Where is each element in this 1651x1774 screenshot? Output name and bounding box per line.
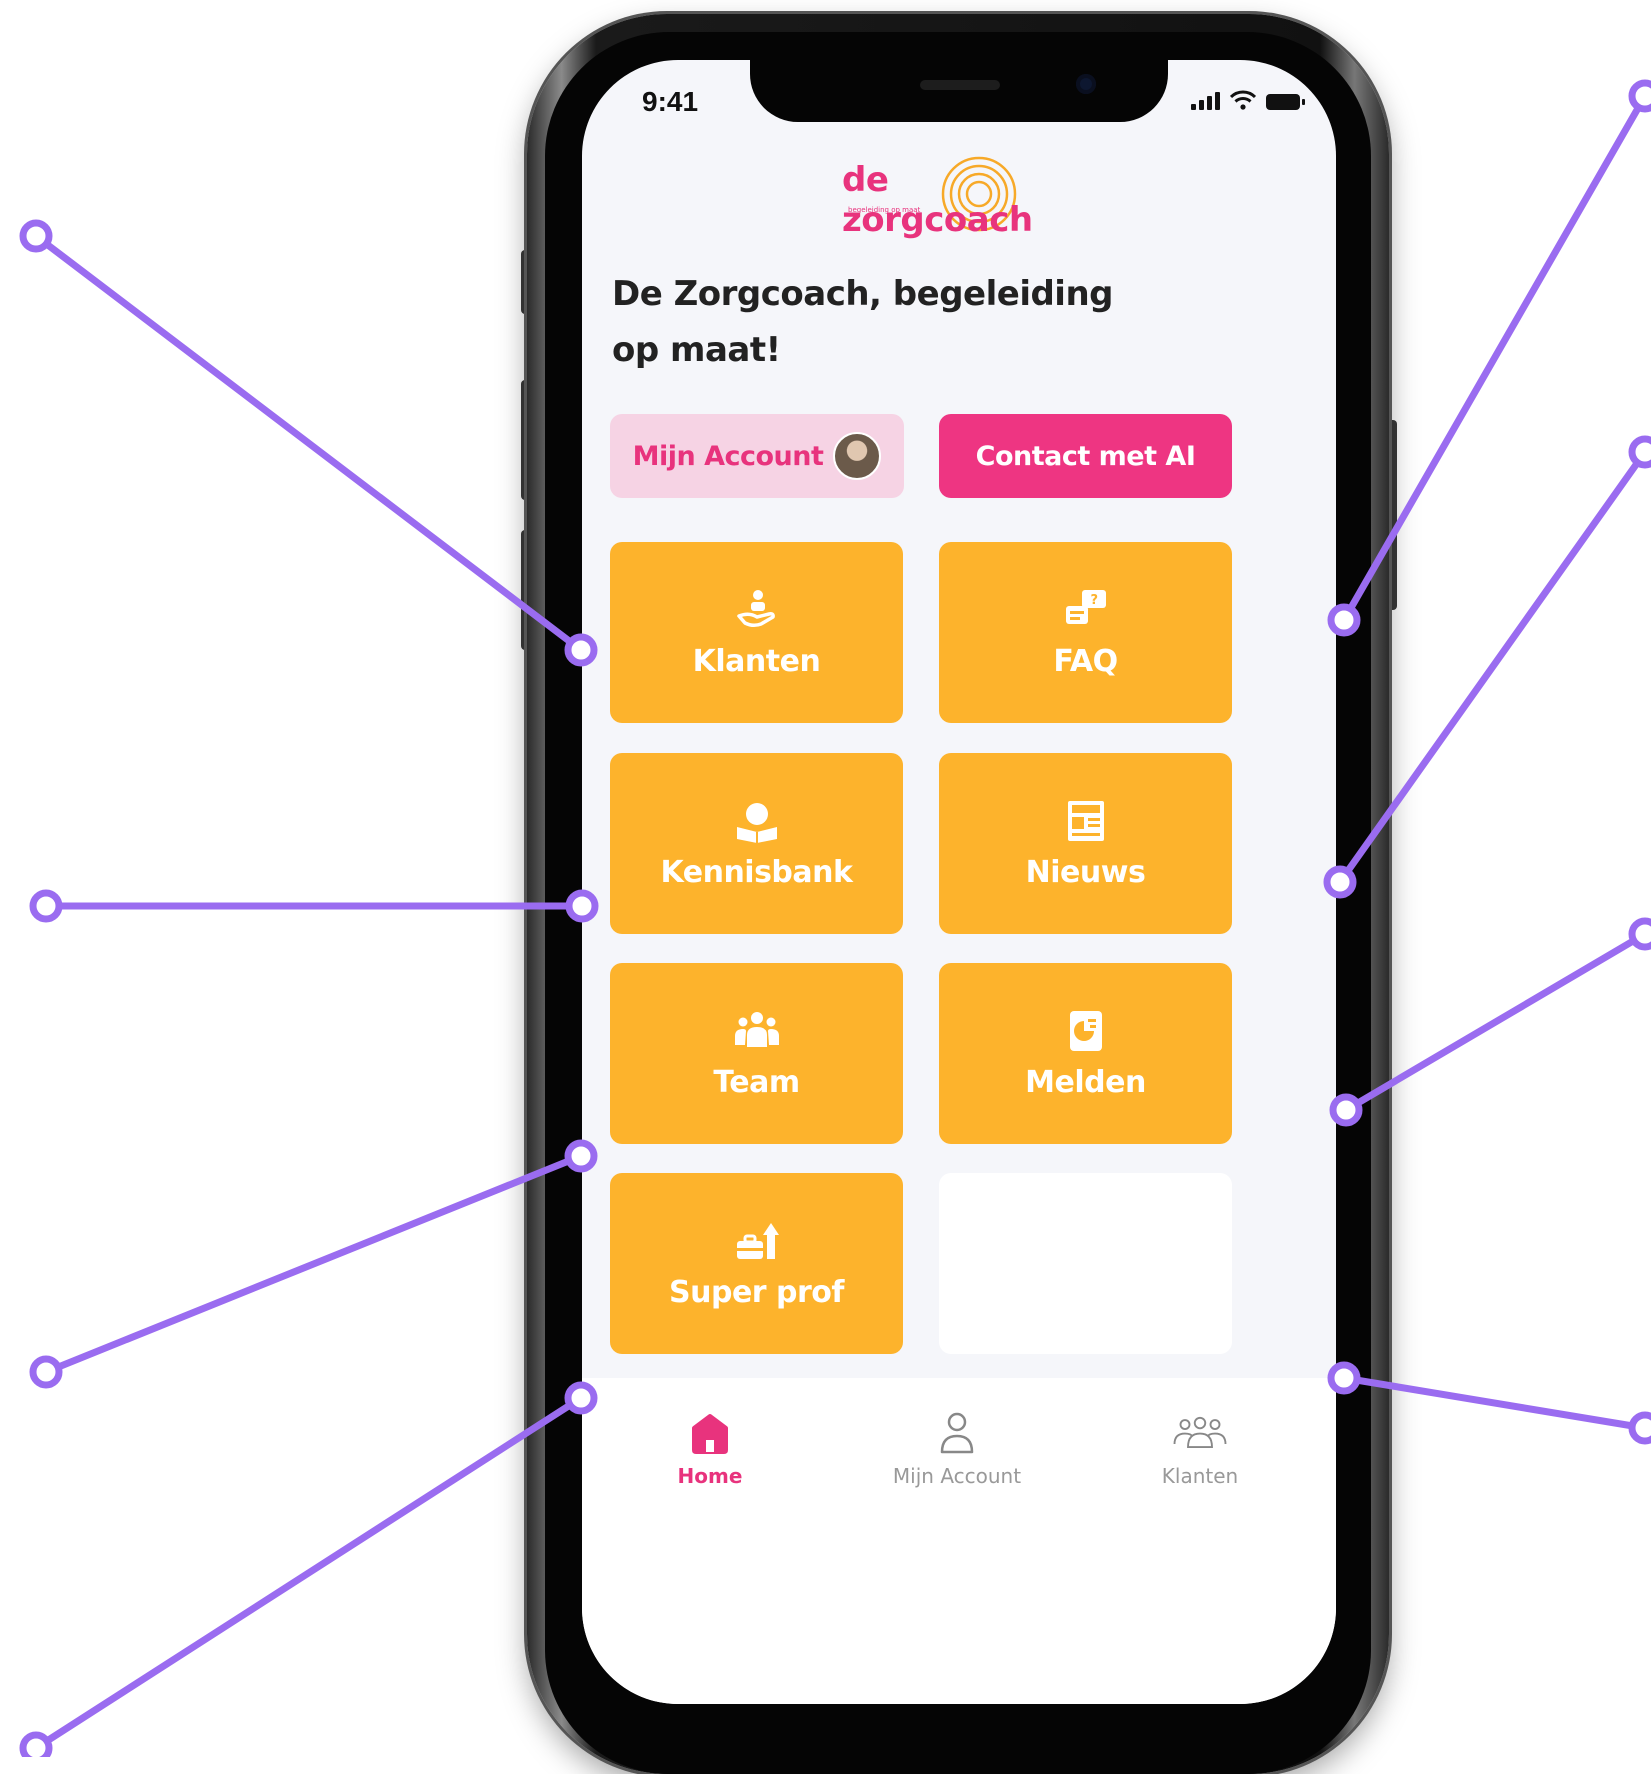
callout-dot bbox=[1628, 917, 1651, 951]
status-time: 9:41 bbox=[642, 86, 699, 117]
callout-line-superprof bbox=[32, 1394, 585, 1752]
users-icon bbox=[1173, 1416, 1227, 1448]
tile-melden[interactable]: Melden bbox=[939, 963, 1232, 1144]
team-icon bbox=[734, 1012, 779, 1047]
battery-icon bbox=[1266, 94, 1305, 110]
callout-line-melden bbox=[1342, 930, 1649, 1114]
tab-home-label: Home bbox=[677, 1464, 743, 1488]
speaker-grille bbox=[920, 80, 1000, 90]
tile-label: Team bbox=[713, 1065, 800, 1100]
front-camera bbox=[1076, 74, 1096, 94]
tab-klanten[interactable]: Klanten bbox=[1100, 1408, 1300, 1488]
signal-icon bbox=[1191, 92, 1220, 110]
knowledge-book-icon bbox=[736, 803, 777, 843]
callout-line-empty bbox=[1340, 1374, 1649, 1432]
tile-label: Klanten bbox=[692, 644, 821, 679]
svg-text:?: ? bbox=[1090, 593, 1097, 608]
callout-dot bbox=[29, 889, 63, 923]
briefcase-up-icon bbox=[736, 1223, 779, 1259]
home-icon bbox=[692, 1414, 728, 1454]
tile-team[interactable]: Team bbox=[610, 963, 903, 1144]
newspaper-icon bbox=[1067, 801, 1104, 841]
my-account-label: Mijn Account bbox=[632, 440, 824, 472]
care-hand-icon bbox=[736, 590, 775, 628]
callout-dot bbox=[1628, 435, 1651, 469]
headline-line-2: op maat! bbox=[612, 330, 781, 370]
logo-text: de zorgcoach bbox=[842, 160, 1033, 240]
brand-logo: de zorgcoach begeleiding op maat bbox=[842, 156, 1082, 240]
callout-dot bbox=[1628, 79, 1651, 113]
tile-label: Kennisbank bbox=[660, 855, 853, 890]
tile-label: Super prof bbox=[669, 1275, 844, 1310]
avatar bbox=[833, 432, 882, 480]
tile-nieuws[interactable]: Nieuws bbox=[939, 753, 1232, 934]
status-icons bbox=[1191, 90, 1305, 110]
callout-line-team bbox=[42, 1152, 585, 1376]
tab-home[interactable]: Home bbox=[610, 1408, 810, 1488]
callout-dot bbox=[19, 219, 53, 253]
faq-chat-icon: ? bbox=[1065, 590, 1106, 624]
user-icon bbox=[940, 1412, 974, 1454]
tile-super-prof[interactable]: Super prof bbox=[610, 1173, 903, 1354]
callout-line-klanten bbox=[32, 232, 585, 654]
app-screen: 9:41 de zorgcoach begeleiding op maat De… bbox=[582, 60, 1336, 1704]
bottom-tab-bar: Home Mijn Account Klanten bbox=[582, 1378, 1336, 1704]
callout-dot bbox=[19, 1731, 53, 1757]
wifi-icon bbox=[1230, 90, 1256, 110]
headline-line-1: De Zorgcoach, begeleiding bbox=[612, 274, 1114, 314]
tile-klanten[interactable]: Klanten bbox=[610, 542, 903, 723]
callout-dot bbox=[29, 1355, 63, 1389]
page-headline: De Zorgcoach, begeleiding op maat! bbox=[612, 266, 1132, 378]
tab-klanten-label: Klanten bbox=[1161, 1464, 1239, 1488]
tab-my-account-label: Mijn Account bbox=[892, 1464, 1022, 1488]
logo-subtitle: begeleiding op maat bbox=[848, 206, 921, 214]
report-icon bbox=[1069, 1011, 1102, 1051]
contact-ai-button[interactable]: Contact met AI bbox=[939, 414, 1232, 498]
my-account-button[interactable]: Mijn Account bbox=[610, 414, 904, 498]
tab-my-account[interactable]: Mijn Account bbox=[857, 1408, 1057, 1488]
tile-label: FAQ bbox=[1053, 644, 1118, 679]
tile-label: Nieuws bbox=[1025, 855, 1146, 890]
notch bbox=[750, 60, 1168, 122]
tile-empty-slot bbox=[939, 1173, 1232, 1354]
tile-kennisbank[interactable]: Kennisbank bbox=[610, 753, 903, 934]
contact-ai-label: Contact met AI bbox=[975, 440, 1196, 472]
callout-dot bbox=[1628, 1411, 1651, 1445]
tile-faq[interactable]: ? FAQ bbox=[939, 542, 1232, 723]
tile-label: Melden bbox=[1025, 1065, 1146, 1100]
